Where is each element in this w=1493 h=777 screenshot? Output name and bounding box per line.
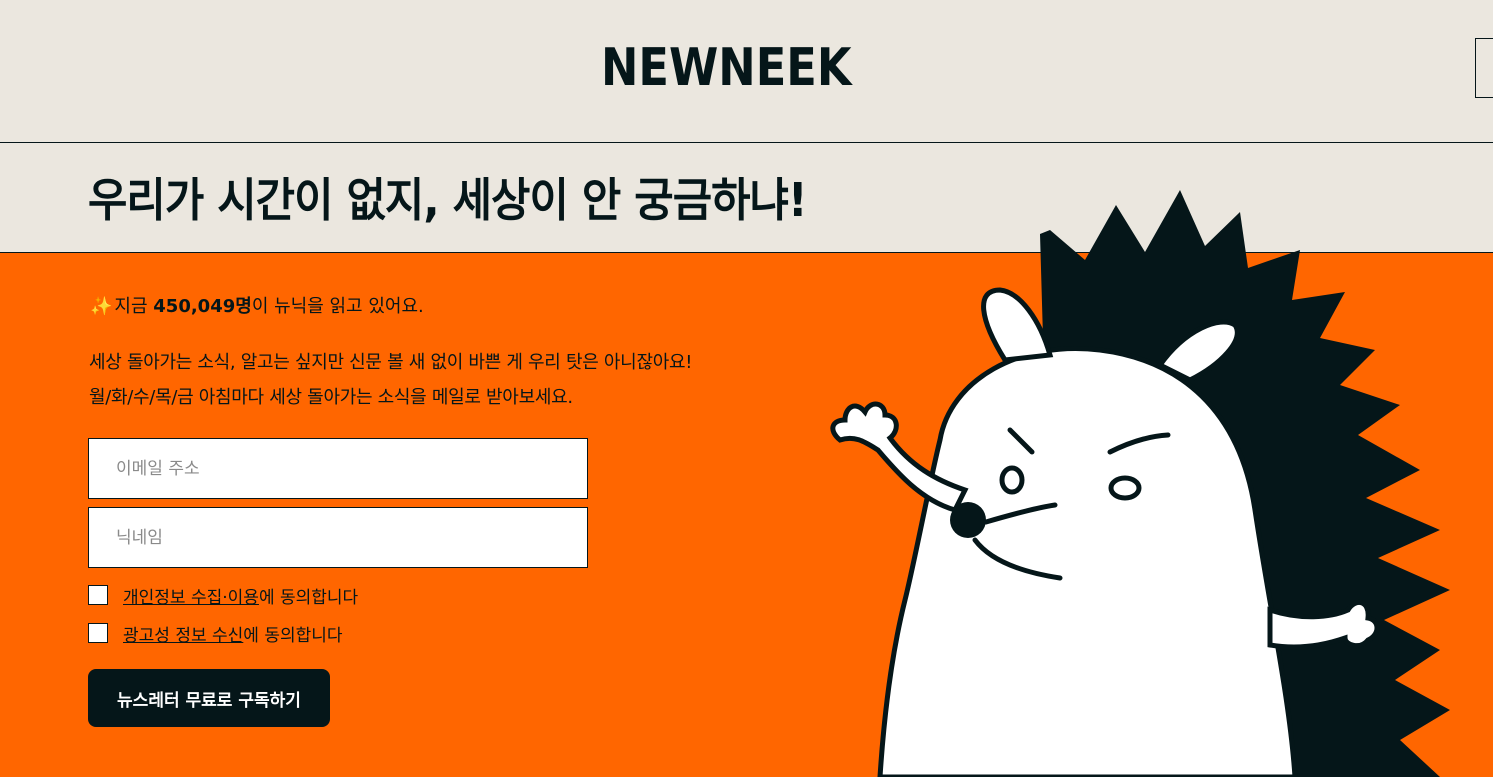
ads-consent-suffix: 에 동의합니다 (243, 625, 343, 646)
sparkles-icon: ✨ (90, 296, 113, 317)
ads-policy-link[interactable]: 광고성 정보 수신 (123, 621, 243, 646)
description-line-2: 월/화/수/목/금 아침마다 세상 돌아가는 소식을 메일로 받아보세요. (89, 387, 573, 408)
nickname-field[interactable] (88, 507, 588, 568)
counter-suffix: 이 뉴닉을 읽고 있어요. (251, 296, 424, 317)
reader-counter: ✨ 지금 450,049명이 뉴닉을 읽고 있어요. (90, 294, 424, 320)
privacy-consent-row: 개인정보 수집·이용 에 동의합니다 (88, 583, 359, 608)
privacy-consent-checkbox[interactable] (88, 585, 108, 605)
subscribe-button[interactable]: 뉴스레터 무료로 구독하기 (88, 669, 330, 727)
privacy-consent-suffix: 에 동의합니다 (258, 587, 359, 608)
email-field[interactable] (88, 438, 588, 499)
description-line-1: 세상 돌아가는 소식, 알고는 싶지만 신문 볼 새 없이 바쁜 게 우리 탓은… (89, 352, 693, 373)
page-headline: 우리가 시간이 없지, 세상이 안 궁금하냐! (88, 173, 807, 227)
counter-prefix: 지금 (114, 296, 154, 317)
newneek-logo[interactable]: NEWNEEK (601, 40, 851, 96)
service-description: 세상 돌아가는 소식, 알고는 싶지만 신문 볼 새 없이 바쁜 게 우리 탓은… (89, 345, 692, 415)
ads-consent-checkbox[interactable] (88, 623, 108, 643)
hedgehog-mascot-illustration (830, 190, 1450, 777)
ads-consent-row: 광고성 정보 수신 에 동의합니다 (88, 621, 343, 646)
reader-count: 450,049명 (153, 296, 252, 317)
menu-button[interactable] (1475, 38, 1493, 98)
privacy-policy-link[interactable]: 개인정보 수집·이용 (123, 583, 259, 608)
